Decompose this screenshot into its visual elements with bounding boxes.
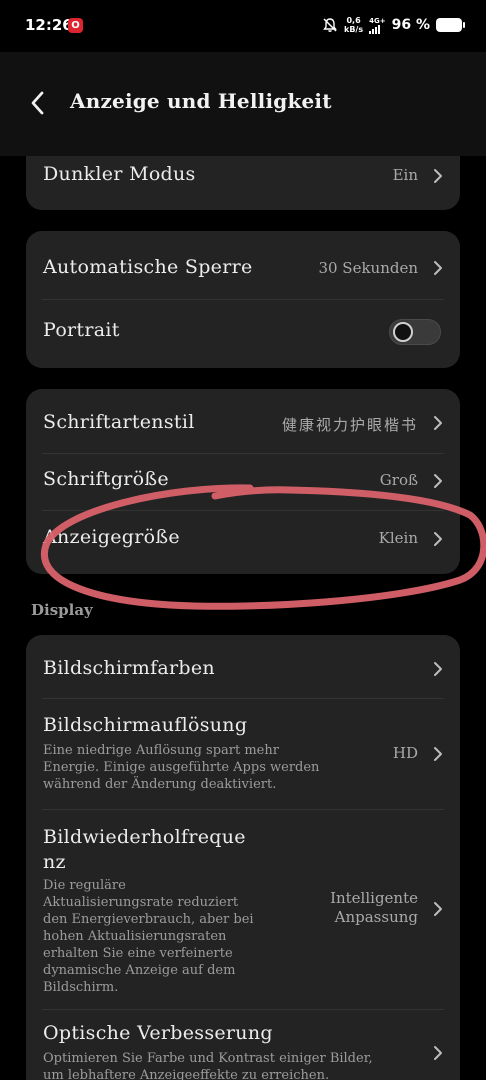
display-card: Bildschirmfarben Bildschirmauflösung Ein… [26,635,460,1080]
font-style-value: 健康视力护眼楷书 [281,416,418,434]
resolution-value: HD [392,744,418,762]
refresh-label-line: nz [43,851,66,873]
resolution-desc-line: während der Änderung deaktiviert. [43,777,277,792]
status-time: 12:26 [25,16,73,34]
auto-lock-value: 30 Sekunden [318,259,418,277]
font-size-row[interactable]: Schriftgröße Groß [26,453,460,510]
font-size-value: Groß [379,471,418,489]
display-size-label: Anzeigegröße [43,526,180,548]
resolution-desc-line: Eine niedrige Auflösung spart mehr [43,743,279,758]
chevron-right-icon [434,902,442,916]
refresh-desc-line: Die reguläre [43,878,126,893]
status-icons: 0,6 kB/s 4G+ 96 % [322,14,465,36]
status-bar: 12:26 O 0,6 kB/s 4G+ 96 % [0,0,486,52]
auto-lock-row[interactable]: Automatische Sperre 30 Sekunden [26,231,460,299]
optical-enhancement-description: Optimieren Sie Farbe und Kontrast einige… [43,1050,413,1080]
dark-mode-card: Dunkler Modus Ein [26,156,460,210]
network-speed: 0,6 kB/s [344,16,363,34]
refresh-label-line: Bildwiederholfreque [43,826,246,848]
chevron-right-icon [434,416,442,430]
portrait-label: Portrait [43,319,120,341]
notification-app-icon: O [68,18,83,33]
font-style-row[interactable]: Schriftartenstil 健康视力护眼楷书 [26,389,460,453]
refresh-desc-line: den Energieverbrauch, aber bei [43,912,254,927]
battery-percent: 96 % [391,17,430,33]
toggle-knob [393,322,413,342]
battery-icon [436,18,465,32]
refresh-rate-label: Bildwiederholfreque nz [43,825,246,875]
refresh-desc-line: erhalten Sie eine verfeinerte [43,946,233,961]
resolution-label: Bildschirmauflösung [43,714,248,736]
optical-enhancement-row[interactable]: Optische Verbesserung Optimieren Sie Far… [26,1009,460,1080]
dark-mode-row[interactable]: Dunkler Modus Ein [26,156,460,210]
screen-colors-row[interactable]: Bildschirmfarben [26,635,460,698]
font-style-label: Schriftartenstil [43,411,195,433]
mute-bell-icon [323,18,337,32]
chevron-right-icon [434,169,442,183]
resolution-desc-line: Energie. Einige ausgeführte Apps werden [43,760,320,775]
app-header: Anzeige und Helligkeit [0,52,486,156]
page-title: Anzeige und Helligkeit [70,89,332,113]
mobile-signal: 4G+ [369,16,386,34]
dark-mode-label: Dunkler Modus [43,163,196,185]
chevron-right-icon [434,532,442,546]
refresh-desc-line: hohen Aktualisierungsraten [43,929,227,944]
dark-mode-value: Ein [392,166,418,184]
resolution-description: Eine niedrige Auflösung spart mehr Energ… [43,742,363,793]
font-card: Schriftartenstil 健康视力护眼楷书 Schriftgröße G… [26,389,460,574]
font-size-label: Schriftgröße [43,468,169,490]
optical-enhancement-label: Optische Verbesserung [43,1022,273,1044]
portrait-toggle[interactable] [389,319,441,345]
chevron-right-icon [434,662,442,676]
refresh-rate-value: Intelligente Anpassung [330,889,418,927]
back-arrow-icon[interactable] [28,90,48,116]
lock-card: Automatische Sperre 30 Sekunden Portrait [26,231,460,368]
display-section-header: Display [31,601,93,619]
refresh-desc-line: Aktualisierungsrate reduziert [43,895,239,910]
refresh-rate-description: Die reguläre Aktualisierungsrate reduzie… [43,877,293,996]
refresh-value-line: Anpassung [334,908,418,926]
resolution-row[interactable]: Bildschirmauflösung Eine niedrige Auflös… [26,698,460,809]
portrait-row[interactable]: Portrait [26,299,460,368]
optical-desc-line: Optimieren Sie Farbe und Kontrast einige… [43,1051,373,1066]
refresh-value-line: Intelligente [330,889,418,907]
screen-colors-label: Bildschirmfarben [43,657,215,679]
network-type: 4G+ [369,16,386,25]
display-size-row[interactable]: Anzeigegröße Klein [26,510,460,574]
refresh-desc-line: dynamische Anzeige auf dem [43,963,236,978]
speed-unit: kB/s [344,25,364,34]
speed-value: 0,6 [346,16,361,25]
auto-lock-label: Automatische Sperre [43,256,253,278]
display-size-value: Klein [378,529,418,547]
chevron-right-icon [434,474,442,488]
refresh-rate-row[interactable]: Bildwiederholfreque nz Die reguläre Aktu… [26,809,460,1009]
refresh-desc-line: Bildschirm. [43,980,119,995]
signal-bars-icon [369,24,381,34]
chevron-right-icon [434,747,442,761]
optical-desc-line: um lebhaftere Anzeigeeffekte zu erreiche… [43,1068,330,1080]
chevron-right-icon [434,1046,442,1060]
chevron-right-icon [434,261,442,275]
